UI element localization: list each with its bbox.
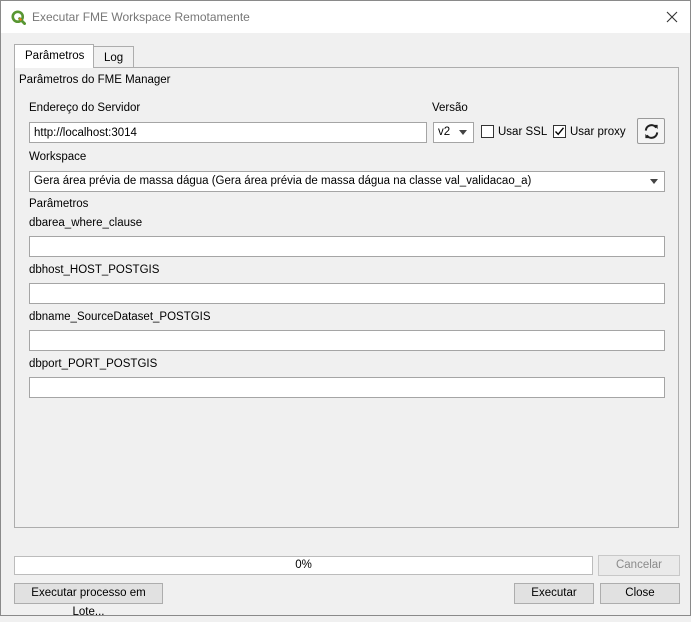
workspace-select-value: Gera área prévia de massa dágua (Gera ár…: [34, 175, 532, 187]
progress-text: 0%: [295, 559, 312, 571]
version-select[interactable]: v2: [433, 122, 474, 143]
version-label: Versão: [432, 102, 468, 114]
version-select-value: v2: [438, 126, 451, 138]
close-button[interactable]: Close: [600, 583, 680, 604]
param-label-dbhost: dbhost_HOST_POSTGIS: [29, 264, 160, 276]
progress-bar: 0%: [14, 556, 593, 575]
proxy-checkbox[interactable]: [553, 125, 566, 138]
tab-parametros[interactable]: Parâmetros: [14, 44, 94, 68]
proxy-label: Usar proxy: [570, 126, 626, 138]
window-title: Executar FME Workspace Remotamente: [32, 10, 250, 24]
refresh-button[interactable]: [637, 118, 665, 144]
server-label: Endereço do Servidor: [29, 102, 141, 114]
checkmark-icon: [554, 127, 565, 136]
workspace-label: Workspace: [29, 151, 87, 163]
tab-log[interactable]: Log: [94, 46, 134, 68]
tab-parametros-label: Parâmetros: [25, 50, 85, 62]
param-label-dbname: dbname_SourceDataset_POSTGIS: [29, 311, 211, 323]
close-icon[interactable]: [662, 7, 682, 27]
ssl-label: Usar SSL: [498, 126, 548, 138]
chevron-down-icon: [459, 130, 467, 135]
chevron-down-icon: [650, 179, 658, 184]
tab-log-label: Log: [104, 52, 124, 64]
server-address-input[interactable]: [29, 122, 427, 143]
param-input-dbhost[interactable]: [29, 283, 665, 304]
param-input-dbname[interactable]: [29, 330, 665, 351]
batch-run-button[interactable]: Executar processo em Lote...: [14, 583, 163, 618]
param-input-dbarea[interactable]: [29, 236, 665, 257]
title-bar: Executar FME Workspace Remotamente: [1, 1, 690, 33]
param-label-dbarea: dbarea_where_clause: [29, 217, 143, 229]
group-title: Parâmetros do FME Manager: [19, 74, 171, 86]
qgis-logo-icon: [11, 10, 26, 25]
workspace-select[interactable]: Gera área prévia de massa dágua (Gera ár…: [29, 171, 665, 192]
parameters-title: Parâmetros: [29, 198, 89, 210]
ssl-checkbox[interactable]: [481, 125, 494, 138]
run-button[interactable]: Executar: [514, 583, 594, 604]
param-input-dbport[interactable]: [29, 377, 665, 398]
param-label-dbport: dbport_PORT_POSTGIS: [29, 358, 158, 370]
dialog-window: Executar FME Workspace Remotamente Parâm…: [0, 0, 691, 618]
tab-panel: Parâmetros do FME Manager Endereço do Se…: [14, 67, 679, 528]
cancel-button[interactable]: Cancelar: [598, 555, 680, 576]
